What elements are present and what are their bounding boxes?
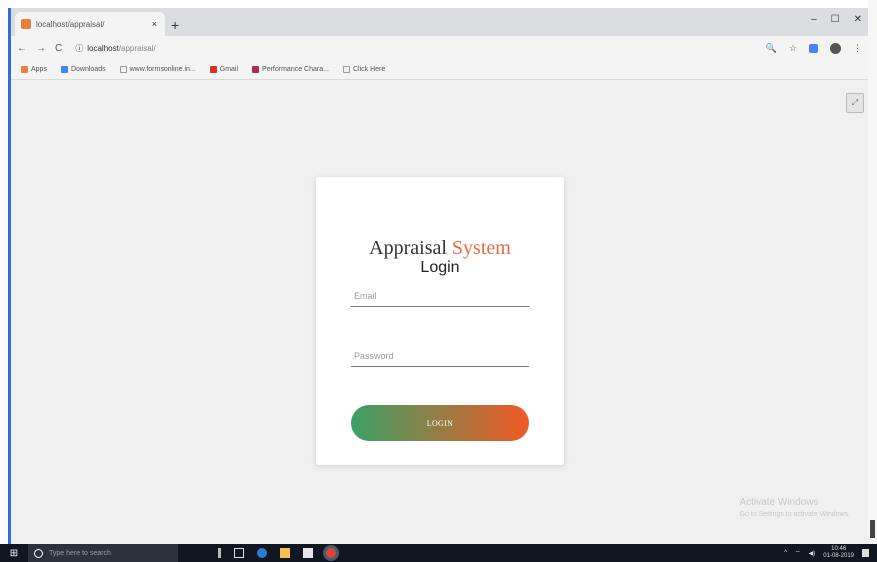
bookmark-downloads[interactable]: Downloads	[60, 66, 106, 73]
page-icon	[342, 66, 350, 73]
maximize-button[interactable]: ☐	[831, 14, 840, 25]
taskbar-clock[interactable]: 10:46 01-08-2019	[823, 546, 854, 560]
close-window-button[interactable]: ✕	[854, 14, 862, 25]
download-icon	[60, 66, 68, 73]
password-field[interactable]	[351, 345, 529, 367]
url-host: localhost	[87, 43, 119, 53]
taskbar-search[interactable]: Type here to search	[28, 544, 178, 562]
clock-date: 01-08-2019	[823, 553, 854, 559]
login-heading: Login	[420, 259, 460, 276]
url-path: /appraisal/	[118, 43, 156, 53]
edge-handle	[870, 520, 875, 538]
browser-window: localhost/appraisal/ × + – ☐ ✕ ← → C ⓘ l…	[8, 8, 868, 544]
site-info-icon[interactable]: ⓘ	[75, 43, 83, 54]
bookmark-click-here[interactable]: Click Here	[342, 66, 385, 73]
window-controls: – ☐ ✕	[811, 14, 862, 25]
bookmark-formsonline[interactable]: www.formsonline.in...	[119, 66, 196, 73]
new-tab-button[interactable]: +	[171, 18, 179, 32]
reload-icon[interactable]: C	[55, 43, 62, 54]
tab-appraisal[interactable]: localhost/appraisal/ ×	[15, 12, 165, 36]
file-explorer-icon[interactable]	[280, 548, 290, 558]
bookmarks-bar: Apps Downloads www.formsonline.in... Gma…	[11, 60, 868, 80]
cortana-icon	[34, 548, 43, 558]
side-widget-icon[interactable]: ⤢	[846, 93, 864, 113]
login-button[interactable]: LOGIN	[351, 405, 529, 441]
right-edge-strip	[868, 0, 877, 544]
login-card: Appraisal System Login LOGIN	[316, 177, 564, 465]
network-icon[interactable]: ⌔	[795, 549, 801, 557]
microphone-icon[interactable]	[218, 548, 221, 558]
activate-windows-watermark: Activate Windows Go to Settings to activ…	[740, 497, 851, 518]
menu-kebab-icon[interactable]: ⋮	[853, 43, 862, 54]
address-bar[interactable]: ⓘ localhost/appraisal/	[71, 39, 766, 57]
back-icon[interactable]: ←	[17, 43, 27, 54]
store-icon[interactable]	[303, 548, 313, 558]
apps-grid-icon	[21, 66, 28, 73]
notification-icon[interactable]	[862, 549, 869, 557]
tab-close-icon[interactable]: ×	[152, 19, 157, 29]
clock-time: 10:46	[831, 546, 847, 552]
bookmark-apps[interactable]: Apps	[21, 66, 47, 73]
title-main: Appraisal	[369, 237, 447, 259]
browser-tools: 🔍 ☆ ⋮	[766, 42, 862, 54]
windows-taskbar: ⊞ Type here to search ^ ⌔ ◀) 10:46 01-08…	[0, 544, 877, 562]
profile-avatar-icon[interactable]	[830, 42, 841, 54]
page-content: ⤢ Appraisal System Login LOGIN Activate …	[11, 81, 868, 544]
address-row: ← → C ⓘ localhost/appraisal/ 🔍 ☆ ⋮	[11, 36, 868, 60]
zoom-icon[interactable]: 🔍	[766, 43, 777, 54]
task-view-icon[interactable]	[234, 548, 244, 558]
chrome-icon[interactable]	[326, 548, 336, 558]
forward-icon[interactable]: →	[36, 43, 46, 54]
email-field[interactable]	[351, 285, 529, 307]
watermark-subtitle: Go to Settings to activate Windows.	[739, 511, 851, 518]
tab-strip: localhost/appraisal/ × + – ☐ ✕	[11, 8, 868, 36]
tray-chevron-icon[interactable]: ^	[784, 550, 787, 556]
tab-title: localhost/appraisal/	[36, 19, 105, 29]
system-tray: ^ ⌔ ◀) 10:46 01-08-2019	[784, 546, 877, 560]
taskbar-search-placeholder: Type here to search	[49, 549, 111, 557]
taskbar-apps	[218, 548, 336, 558]
gmail-icon	[209, 66, 217, 73]
extension-icon[interactable]	[809, 43, 818, 53]
site-favicon-icon	[21, 19, 31, 29]
page-icon	[119, 66, 127, 73]
app-title: Appraisal System	[316, 237, 564, 260]
windows-start-icon[interactable]: ⊞	[0, 544, 28, 562]
title-accent: System	[451, 237, 511, 259]
bookmark-star-icon[interactable]: ☆	[789, 43, 797, 54]
volume-icon[interactable]: ◀)	[809, 550, 816, 557]
watermark-title: Activate Windows	[739, 497, 819, 508]
bookmark-gmail[interactable]: Gmail	[209, 66, 238, 73]
edge-browser-icon[interactable]	[257, 548, 267, 558]
document-icon	[252, 66, 260, 73]
minimize-button[interactable]: –	[811, 14, 817, 25]
bookmark-performance[interactable]: Performance Chara...	[252, 66, 329, 73]
